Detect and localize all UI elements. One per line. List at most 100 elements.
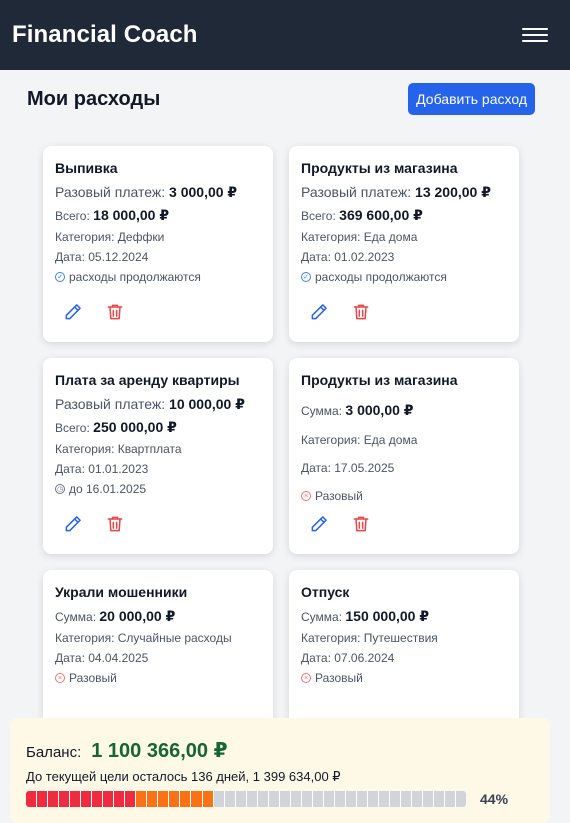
edit-pencil-icon[interactable] [63, 514, 83, 534]
payment-label: Разовый платеж: [55, 184, 166, 200]
progress-segment [169, 791, 180, 807]
delete-trash-icon[interactable] [105, 514, 125, 534]
progress-segment [103, 791, 114, 807]
card-actions [63, 514, 125, 534]
date-text: Дата: 01.02.2023 [301, 250, 395, 264]
status-text: Разовый [315, 489, 363, 503]
payment-line: Разовый платеж: 3 000,00 ₽ [55, 184, 261, 201]
status-line: ✓ расходы продолжаются [301, 270, 507, 284]
status-line: ◷ до 16.01.2025 [55, 482, 261, 496]
status-text: расходы продолжаются [315, 270, 447, 284]
category-text: Категория: Случайные расходы [55, 631, 232, 645]
progress-segment [246, 791, 257, 807]
progress-percent: 44% [480, 791, 509, 807]
progress-segment [70, 791, 81, 807]
status-line: × Разовый [301, 489, 507, 503]
check-circle-icon: ✓ [301, 272, 311, 282]
progress-segment [379, 791, 390, 807]
sum-label: Сумма: [301, 404, 343, 418]
progress-segment [37, 791, 48, 807]
progress-segment [235, 791, 246, 807]
progress-segment [81, 791, 92, 807]
edit-pencil-icon[interactable] [63, 302, 83, 322]
add-expense-button[interactable]: Добавить расход [408, 83, 535, 115]
expense-title: Отпуск [301, 584, 350, 600]
expense-card: Продукты из магазина Сумма: 3 000,00 ₽ К… [289, 358, 519, 554]
balance-value: 1 100 366,00 ₽ [91, 740, 228, 762]
progress-segment [301, 791, 312, 807]
date-text: Дата: 05.12.2024 [55, 250, 149, 264]
card-actions [309, 514, 371, 534]
total-label: Всего: [301, 209, 336, 223]
total-label: Всего: [55, 209, 90, 223]
progress-segment [213, 791, 224, 807]
edit-pencil-icon[interactable] [309, 302, 329, 322]
status-line: ✓ расходы продолжаются [55, 270, 261, 284]
expense-card: Продукты из магазина Разовый платеж: 13 … [289, 146, 519, 342]
expense-title: Украли мошенники [55, 584, 188, 600]
progress-segment [445, 791, 456, 807]
progress-segment [59, 791, 70, 807]
progress-segment [390, 791, 401, 807]
progress-segment [114, 791, 125, 807]
status-text: расходы продолжаются [69, 270, 201, 284]
total-value: 18 000,00 ₽ [93, 207, 170, 223]
progress-segment [180, 791, 191, 807]
expense-title: Продукты из магазина [301, 372, 458, 388]
progress-segment [412, 791, 423, 807]
sum-label: Сумма: [55, 610, 97, 624]
expense-card: Плата за аренду квартиры Разовый платеж:… [43, 358, 273, 554]
payment-label: Разовый платеж: [55, 396, 166, 412]
edit-pencil-icon[interactable] [309, 514, 329, 534]
progress-segment [202, 791, 213, 807]
progress-segment [147, 791, 158, 807]
total-label: Всего: [55, 421, 90, 435]
category-text: Категория: Деффки [55, 230, 165, 244]
progress-segment [191, 791, 202, 807]
clock-icon: ◷ [55, 484, 65, 494]
expense-title: Плата за аренду квартиры [55, 372, 240, 388]
progress-segment [268, 791, 279, 807]
progress-segment [257, 791, 268, 807]
total-line: Всего: 18 000,00 ₽ [55, 207, 261, 224]
progress-segment [434, 791, 445, 807]
sum-label: Сумма: [301, 610, 343, 624]
delete-trash-icon[interactable] [105, 302, 125, 322]
total-value: 250 000,00 ₽ [93, 419, 177, 435]
balance-label: Баланс: [26, 744, 82, 761]
goal-text: До текущей цели осталось 136 дней, 1 399… [26, 769, 341, 784]
progress-segment [356, 791, 367, 807]
date-text: Дата: 07.06.2024 [301, 651, 395, 665]
progress-segment [456, 791, 466, 807]
goal-progress: 44% [26, 791, 534, 807]
progress-segment [345, 791, 356, 807]
progress-segment [136, 791, 147, 807]
expense-title: Выпивка [55, 160, 118, 176]
progress-segment [290, 791, 301, 807]
balance-panel: Баланс: 1 100 366,00 ₽ До текущей цели о… [10, 718, 550, 823]
total-value: 369 600,00 ₽ [339, 207, 423, 223]
status-line: × Разовый [301, 671, 507, 685]
progress-segment [224, 791, 235, 807]
payment-value: 13 200,00 ₽ [415, 184, 491, 200]
progress-segment [312, 791, 323, 807]
payment-value: 3 000,00 ₽ [169, 184, 238, 200]
one-time-circle-icon: × [55, 673, 65, 683]
top-navbar: Financial Coach [0, 0, 570, 70]
status-line: × Разовый [55, 671, 261, 685]
status-text: Разовый [69, 671, 117, 685]
hamburger-menu-icon[interactable] [522, 25, 548, 45]
payment-label: Разовый платеж: [301, 184, 412, 200]
delete-trash-icon[interactable] [351, 514, 371, 534]
payment-value: 10 000,00 ₽ [169, 396, 245, 412]
expense-title: Продукты из магазина [301, 160, 458, 176]
app-title[interactable]: Financial Coach [12, 21, 198, 49]
progress-segment [26, 791, 37, 807]
category-text: Категория: Квартплата [55, 442, 182, 456]
expense-card: Выпивка Разовый платеж: 3 000,00 ₽ Всего… [43, 146, 273, 342]
category-text: Категория: Еда дома [301, 230, 418, 244]
delete-trash-icon[interactable] [351, 302, 371, 322]
date-text: Дата: 04.04.2025 [55, 651, 149, 665]
one-time-circle-icon: × [301, 491, 311, 501]
sum-line: Сумма: 3 000,00 ₽ [301, 402, 507, 419]
